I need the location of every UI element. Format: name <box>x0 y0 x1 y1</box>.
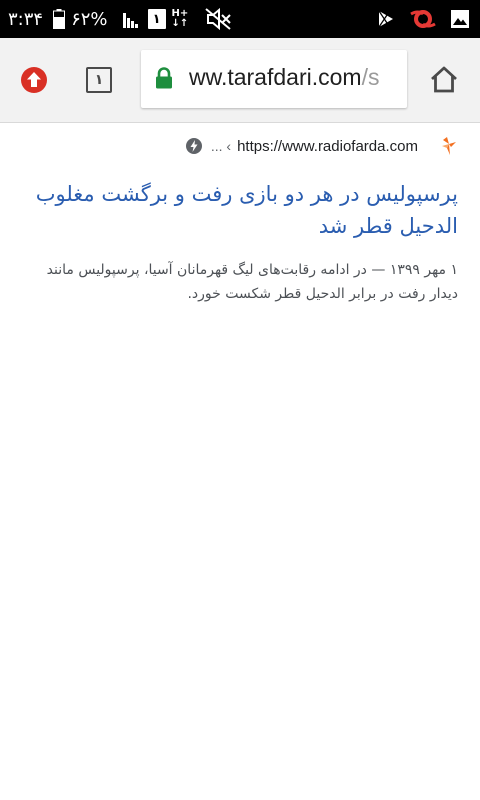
app-notification-icon <box>410 10 436 28</box>
battery-percent: ۶۲% <box>71 8 108 30</box>
tab-switcher-button[interactable]: ۱ <box>86 67 112 93</box>
result-source-row: ... ‹ https://www.radiofarda.com <box>185 136 458 156</box>
url-path: /s <box>361 64 380 90</box>
status-right <box>376 0 470 38</box>
breadcrumb-dots: ... ‹ <box>210 138 232 154</box>
data-activity-arrows: ↓↑ <box>171 18 189 29</box>
radiofarda-favicon <box>442 137 456 155</box>
mute-icon <box>205 7 232 31</box>
status-bar: ۳:۳۴ ۶۲% ۱ H+ ↓↑ <box>0 0 480 38</box>
network-type: H+ ↓↑ <box>172 9 189 29</box>
status-left: ۳:۳۴ ۶۲% ۱ H+ ↓↑ <box>8 0 232 38</box>
battery-icon <box>53 9 66 29</box>
url-text: ww.tarafdari.com/s <box>189 64 379 91</box>
signal-icon <box>122 13 138 28</box>
gallery-icon <box>451 10 469 28</box>
browser-toolbar: ۱ ww.tarafdari.com/s <box>0 38 480 123</box>
result-title[interactable]: پرسپولیس در هر دو بازی رفت و برگشت مغلوب… <box>18 178 458 242</box>
sim-icon: ۱ <box>147 9 166 29</box>
url-host: ww.tarafdari.com <box>189 64 362 90</box>
result-snippet: ۱ مهر ۱۳۹۹ — در ادامه رقابت‌های لیگ قهرم… <box>46 262 458 302</box>
update-icon[interactable] <box>20 66 48 94</box>
result-source-url[interactable]: https://www.radiofarda.com <box>237 138 418 155</box>
status-time: ۳:۳۴ <box>8 8 44 30</box>
play-store-icon <box>378 10 393 28</box>
lock-icon <box>156 67 172 89</box>
url-bar[interactable]: ww.tarafdari.com/s <box>141 50 407 108</box>
home-icon[interactable] <box>428 64 460 96</box>
amp-lightning-icon <box>185 138 202 154</box>
